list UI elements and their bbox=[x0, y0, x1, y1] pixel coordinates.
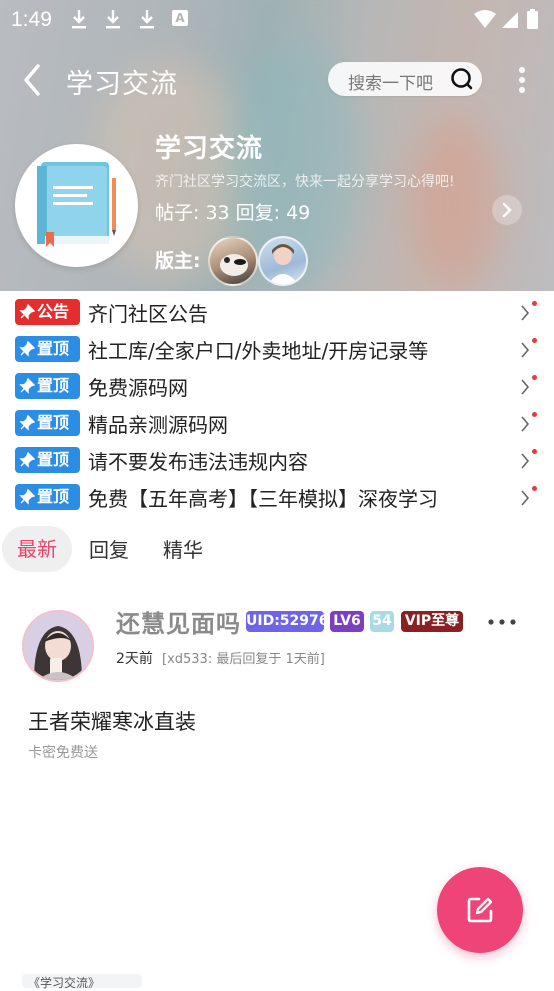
sort-tabs: 最新 回复 精华 bbox=[0, 526, 554, 574]
tag-label: 置顶 bbox=[37, 339, 70, 358]
pinned-tag: 置顶 bbox=[15, 447, 80, 473]
pinned-tag: 置顶 bbox=[15, 410, 80, 436]
signal-battery-icons bbox=[474, 9, 538, 29]
status-time: 1:49 bbox=[11, 8, 52, 31]
chevron-right-icon bbox=[521, 342, 530, 358]
notice-item[interactable]: 置顶 免费【五年高考】【三年模拟】深夜学习 bbox=[0, 479, 554, 516]
pinned-tag: 置顶 bbox=[15, 373, 80, 399]
forum-stats: 帖子: 33 回复: 49 bbox=[155, 202, 311, 224]
download-icon bbox=[72, 10, 86, 29]
vip-badge: VIP至尊 bbox=[401, 611, 463, 632]
notice-item[interactable]: 公告 齐门社区公告 bbox=[0, 294, 554, 331]
unread-dot bbox=[532, 375, 537, 380]
tag-label: 置顶 bbox=[37, 450, 70, 469]
pin-icon bbox=[19, 341, 35, 357]
pinned-notices-list: 公告 齐门社区公告 置顶 社工库/全家户口/外卖地址/开房记录等 置顶 免费源码… bbox=[0, 294, 554, 516]
tab-replies[interactable]: 回复 bbox=[89, 534, 129, 563]
level-badge: LV6 bbox=[330, 611, 364, 632]
forum-description: 齐门社区学习交流区，快来一起分享学习心得吧! bbox=[155, 174, 455, 190]
header-backdrop-blob bbox=[410, 120, 500, 290]
search-icon[interactable] bbox=[450, 67, 474, 91]
unread-dot bbox=[532, 412, 537, 417]
post-summary: 卡密免费送 bbox=[28, 745, 98, 761]
pin-icon bbox=[19, 452, 35, 468]
dog-avatar-image bbox=[220, 254, 248, 276]
back-arrow-icon[interactable] bbox=[18, 62, 48, 98]
chevron-right-icon bbox=[502, 202, 512, 218]
girl-avatar-image bbox=[24, 612, 92, 680]
moderators-label: 版主: bbox=[155, 250, 201, 272]
next-post-peek-text: 《学习交流》 bbox=[28, 976, 101, 990]
chevron-right-icon bbox=[521, 416, 530, 432]
moderator-avatar[interactable] bbox=[208, 236, 258, 286]
chevron-right-icon bbox=[521, 305, 530, 321]
notice-title: 精品亲测源码网 bbox=[88, 413, 228, 437]
search-placeholder: 搜索一下吧 bbox=[348, 74, 433, 94]
announcement-tag: 公告 bbox=[15, 299, 80, 325]
author-avatar[interactable] bbox=[22, 610, 94, 682]
download-icon bbox=[140, 10, 154, 29]
tag-label: 公告 bbox=[37, 302, 70, 321]
unread-dot bbox=[532, 486, 537, 491]
notice-item[interactable]: 置顶 免费源码网 bbox=[0, 368, 554, 405]
page-title: 学习交流 bbox=[66, 69, 178, 100]
pinned-tag: 置顶 bbox=[15, 484, 80, 510]
notice-item[interactable]: 置顶 请不要发布违法违规内容 bbox=[0, 442, 554, 479]
post-title[interactable]: 王者荣耀寒冰直装 bbox=[28, 706, 196, 736]
pin-icon bbox=[19, 415, 35, 431]
edit-icon bbox=[467, 897, 493, 923]
compose-button[interactable] bbox=[437, 867, 523, 953]
unread-dot bbox=[532, 449, 537, 454]
search-bar[interactable]: 搜索一下吧 bbox=[328, 62, 482, 96]
forum-header: 1:49 A 学习交流 搜索一下吧 学习交流 齐门社区学习交流区，快来一起分享学… bbox=[0, 0, 554, 291]
tag-label: 置顶 bbox=[37, 413, 70, 432]
notice-title: 免费【五年高考】【三年模拟】深夜学习 bbox=[88, 487, 438, 511]
post-time: 2天前 bbox=[116, 651, 153, 667]
pinned-tag: 置顶 bbox=[15, 336, 80, 362]
chevron-right-icon bbox=[521, 490, 530, 506]
tag-label: 置顶 bbox=[37, 487, 70, 506]
notice-item[interactable]: 置顶 精品亲测源码网 bbox=[0, 405, 554, 442]
tab-featured[interactable]: 精华 bbox=[163, 534, 203, 563]
count-badge: 54 bbox=[370, 611, 394, 632]
person-avatar-image bbox=[268, 244, 298, 284]
forum-name: 学习交流 bbox=[155, 134, 264, 164]
notice-title: 免费源码网 bbox=[88, 376, 188, 400]
forum-detail-button[interactable] bbox=[492, 195, 522, 225]
unread-dot bbox=[532, 301, 537, 306]
author-name[interactable]: 还慧见面吗 bbox=[116, 604, 241, 639]
chevron-right-icon bbox=[521, 453, 530, 469]
book-icon bbox=[37, 162, 116, 247]
app-bar: 学习交流 搜索一下吧 bbox=[0, 52, 554, 108]
pin-icon bbox=[19, 378, 35, 394]
pin-icon bbox=[19, 489, 35, 505]
unread-dot bbox=[532, 338, 537, 343]
notice-title: 齐门社区公告 bbox=[88, 302, 208, 326]
forum-icon bbox=[15, 144, 138, 267]
notice-title: 请不要发布违法违规内容 bbox=[88, 450, 308, 474]
download-icon bbox=[106, 10, 120, 29]
notification-a-icon: A bbox=[172, 10, 188, 26]
moderator-avatar[interactable] bbox=[258, 236, 308, 286]
more-vertical-icon[interactable] bbox=[518, 66, 526, 94]
notice-title: 社工库/全家户口/外卖地址/开房记录等 bbox=[88, 339, 429, 363]
tag-label: 置顶 bbox=[37, 376, 70, 395]
post-card[interactable]: 还慧见面吗 UID:52976 LV6 54 VIP至尊 2天前 [xd533:… bbox=[0, 590, 554, 790]
chevron-right-icon bbox=[521, 379, 530, 395]
tab-latest[interactable]: 最新 bbox=[2, 526, 72, 572]
more-horizontal-icon[interactable] bbox=[488, 619, 516, 625]
uid-badge: UID:52976 bbox=[246, 611, 329, 632]
pin-icon bbox=[19, 304, 35, 320]
status-bar: 1:49 A bbox=[0, 0, 554, 38]
last-reply-info: [xd533: 最后回复于 1天前] bbox=[162, 652, 325, 667]
notice-item[interactable]: 置顶 社工库/全家户口/外卖地址/开房记录等 bbox=[0, 331, 554, 368]
